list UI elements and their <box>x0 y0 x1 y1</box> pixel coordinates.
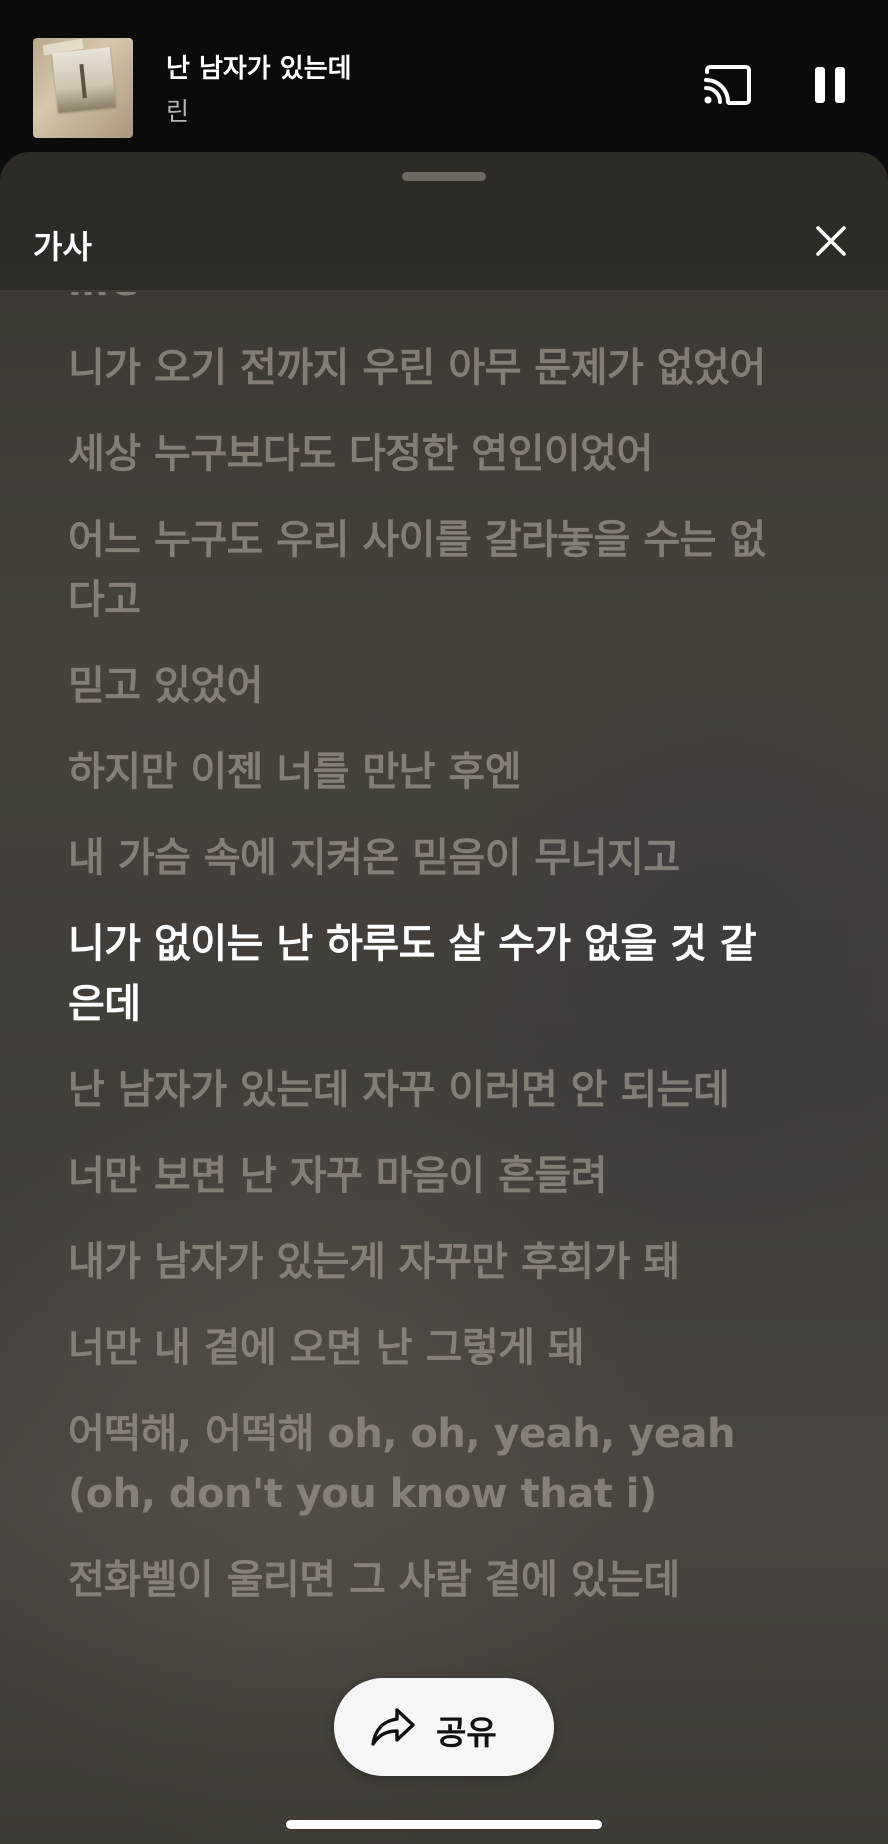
lyrics-sheet: life 니가 오기 전까지 우린 아무 문제가 없었어세상 누구보다도 다정한 … <box>0 152 888 1844</box>
lyrics-list: life 니가 오기 전까지 우린 아무 문제가 없었어세상 누구보다도 다정한 … <box>68 292 788 1636</box>
share-icon <box>371 1708 415 1746</box>
lyric-line[interactable]: 전화벨이 울리면 그 사람 곁에 있는데 <box>68 1550 788 1610</box>
lyric-line[interactable]: 내 가슴 속에 지켜온 믿음이 무너지고 <box>68 828 788 888</box>
share-button[interactable]: 공유 <box>334 1678 554 1776</box>
lyric-line[interactable]: life <box>68 292 788 312</box>
now-playing-bar[interactable]: 난 남자가 있는데 린 <box>0 0 888 160</box>
lyrics-sheet-title: 가사 <box>33 228 92 266</box>
lyric-line[interactable]: 세상 누구보다도 다정한 연인이었어 <box>68 424 788 484</box>
lyric-line[interactable]: 하지만 이젠 너를 만난 후엔 <box>68 742 788 802</box>
pause-icon[interactable] <box>812 64 848 106</box>
lyric-line[interactable]: 내가 남자가 있는게 자꾸만 후회가 돼 <box>68 1232 788 1292</box>
lyric-line[interactable]: 믿고 있었어 <box>68 656 788 716</box>
lyric-line[interactable]: 너만 보면 난 자꾸 마음이 흔들려 <box>68 1146 788 1206</box>
song-artist: 린 <box>166 97 190 126</box>
lyric-line[interactable]: 어떡해, 어떡해 oh, oh, yeah, yeah (oh, don't y… <box>68 1404 788 1524</box>
lyric-line[interactable]: 니가 오기 전까지 우린 아무 문제가 없었어 <box>68 338 788 398</box>
lyric-line-active[interactable]: 니가 없이는 난 하루도 살 수가 없을 것 같은데 <box>68 914 788 1034</box>
home-indicator[interactable] <box>286 1820 602 1829</box>
sheet-grabber-handle[interactable] <box>402 172 486 181</box>
album-art-photo <box>52 47 116 113</box>
lyric-line[interactable]: 너만 내 곁에 오면 난 그렇게 돼 <box>68 1318 788 1378</box>
song-title: 난 남자가 있는데 <box>166 54 352 84</box>
album-art[interactable] <box>33 38 133 138</box>
close-icon[interactable] <box>814 224 848 258</box>
lyrics-scroll-area[interactable]: life 니가 오기 전까지 우린 아무 문제가 없었어세상 누구보다도 다정한 … <box>0 292 888 1844</box>
cast-icon[interactable] <box>703 64 753 106</box>
lyrics-sheet-header: 가사 <box>0 152 888 291</box>
lyric-line[interactable]: 난 남자가 있는데 자꾸 이러면 안 되는데 <box>68 1060 788 1120</box>
lyric-line[interactable]: 어느 누구도 우리 사이를 갈라놓을 수는 없다고 <box>68 510 788 630</box>
share-label: 공유 <box>436 1713 497 1752</box>
